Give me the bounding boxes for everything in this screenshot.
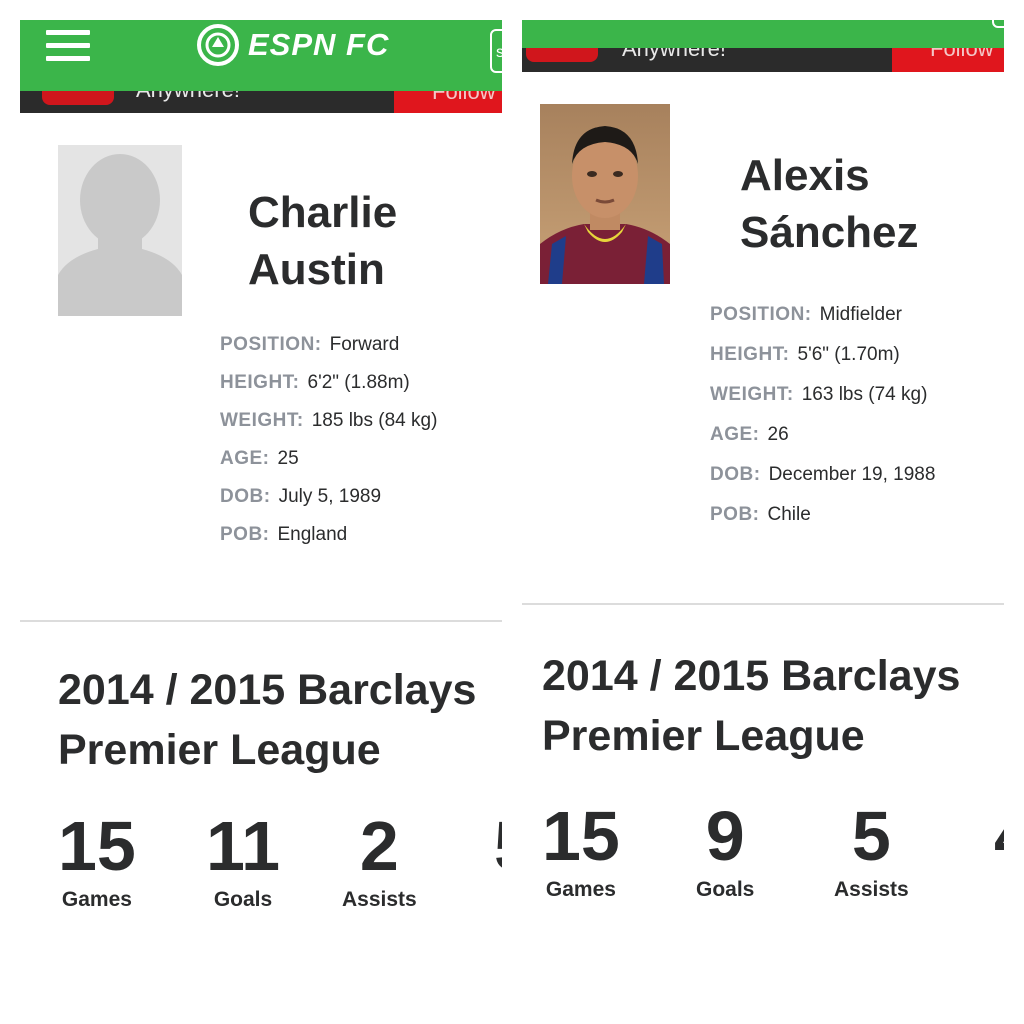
search-icon[interactable] (992, 10, 1004, 28)
follow-label: Follow (432, 91, 496, 104)
top-nav-bar: ESPN FC s (20, 20, 502, 91)
brand-text: ESPN FC (248, 27, 390, 62)
info-row-dob: DOB: December 19, 1988 (710, 455, 935, 495)
info-value: 185 lbs (84 kg) (311, 410, 438, 431)
soccer-ball-icon (197, 24, 239, 66)
stat-value: 15 (58, 807, 136, 885)
section-divider (20, 620, 502, 622)
stat-partial-value: 4 (994, 800, 1004, 872)
info-label: WEIGHT: (220, 410, 304, 431)
stat-value: 5 (851, 797, 891, 875)
info-label: POSITION: (220, 334, 322, 355)
info-value: July 5, 1989 (278, 486, 382, 507)
right-profile-panel: Anywhere! Follow Alexis Sánchez POSITION… (522, 0, 1004, 1024)
stat-games: 15 Games (58, 810, 136, 912)
info-value: Midfielder (819, 304, 902, 325)
stat-value: 2 (359, 807, 399, 885)
left-profile-panel: ESPN FC s Anywhere! Follow Charlie Austi… (20, 0, 502, 1024)
info-value: Forward (329, 334, 400, 355)
info-label: POB: (220, 524, 270, 545)
stat-value: 9 (705, 797, 745, 875)
stat-label: Goals (696, 878, 755, 901)
info-label: POSITION: (710, 304, 812, 325)
player-photo-placeholder (58, 145, 182, 316)
section-divider (522, 603, 1004, 605)
top-nav-bar (522, 10, 1004, 48)
promo-text: Anywhere! (136, 91, 240, 101)
info-row-weight: WEIGHT: 185 lbs (84 kg) (220, 402, 437, 440)
info-value: 163 lbs (74 kg) (801, 384, 928, 405)
season-title-line1: 2014 / 2015 Barclays (58, 666, 477, 714)
info-row-age: AGE: 25 (220, 440, 437, 478)
info-row-dob: DOB: July 5, 1989 (220, 478, 437, 516)
stat-value: 15 (542, 797, 620, 875)
info-label: DOB: (710, 464, 761, 485)
promo-strip[interactable]: Anywhere! Follow (20, 91, 502, 113)
season-title-line1: 2014 / 2015 Barclays (542, 652, 961, 700)
info-row-position: POSITION: Forward (220, 326, 437, 364)
search-icon[interactable]: s (490, 29, 502, 73)
stat-label: Assists (342, 888, 417, 911)
info-label: POB: (710, 504, 760, 525)
follow-label: Follow (930, 48, 994, 61)
season-title: 2014 / 2015 Barclays Premier League (58, 660, 476, 780)
espn-fc-logo[interactable]: ESPN FC (196, 23, 389, 67)
info-label: WEIGHT: (710, 384, 794, 405)
follow-button[interactable]: Follow (394, 91, 502, 113)
season-title: 2014 / 2015 Barclays Premier League (542, 646, 960, 766)
player-photo (540, 104, 670, 284)
info-label: DOB: (220, 486, 271, 507)
hamburger-menu-icon[interactable] (46, 30, 90, 62)
info-label: AGE: (220, 448, 270, 469)
promo-badge (526, 48, 598, 62)
player-first-name: Charlie (248, 188, 398, 237)
promo-strip[interactable]: Anywhere! Follow (522, 48, 1004, 72)
stat-label: Games (61, 888, 132, 911)
promo-text: Anywhere! (622, 48, 726, 61)
info-value: 25 (277, 448, 299, 469)
player-name: Charlie Austin (248, 184, 397, 298)
info-row-pob: POB: Chile (710, 495, 935, 535)
info-label: AGE: (710, 424, 760, 445)
info-row-age: AGE: 26 (710, 415, 935, 455)
stat-goals: 9 Goals (696, 800, 754, 902)
info-row-height: HEIGHT: 6'2" (1.88m) (220, 364, 437, 402)
info-label: HEIGHT: (220, 372, 300, 393)
player-headshot-image (540, 104, 670, 284)
info-value: England (277, 524, 348, 545)
avatar-silhouette-icon (58, 145, 182, 316)
stat-partial-value: 5 (494, 810, 502, 882)
stat-value: 11 (206, 807, 280, 885)
stat-goals: 11 Goals (206, 810, 280, 912)
follow-button[interactable]: Follow (892, 48, 1004, 72)
stat-label: Games (545, 878, 616, 901)
info-row-height: HEIGHT: 5'6" (1.70m) (710, 335, 935, 375)
stat-label: Assists (834, 878, 909, 901)
player-last-name: Austin (248, 245, 385, 294)
info-label: HEIGHT: (710, 344, 790, 365)
stat-assists: 2 Assists (342, 810, 417, 912)
info-value: 5'6" (1.70m) (797, 344, 900, 365)
season-title-line2: Premier League (542, 712, 865, 760)
player-first-name: Alexis (740, 151, 870, 200)
info-row-pob: POB: England (220, 516, 437, 554)
info-value: 6'2" (1.88m) (307, 372, 410, 393)
info-row-position: POSITION: Midfielder (710, 295, 935, 335)
info-value: 26 (767, 424, 789, 445)
player-info-list: POSITION: Midfielder HEIGHT: 5'6" (1.70m) … (710, 295, 935, 535)
info-row-weight: WEIGHT: 163 lbs (74 kg) (710, 375, 935, 415)
info-value: December 19, 1988 (768, 464, 936, 485)
promo-badge (42, 91, 114, 105)
player-info-list: POSITION: Forward HEIGHT: 6'2" (1.88m) WEI… (220, 326, 437, 554)
stat-games: 15 Games (542, 800, 620, 902)
stat-label: Goals (213, 888, 273, 911)
info-value: Chile (767, 504, 811, 525)
player-last-name: Sánchez (740, 208, 919, 257)
stat-assists: 5 Assists (834, 800, 909, 902)
player-name: Alexis Sánchez (740, 147, 919, 261)
season-title-line2: Premier League (58, 726, 381, 774)
